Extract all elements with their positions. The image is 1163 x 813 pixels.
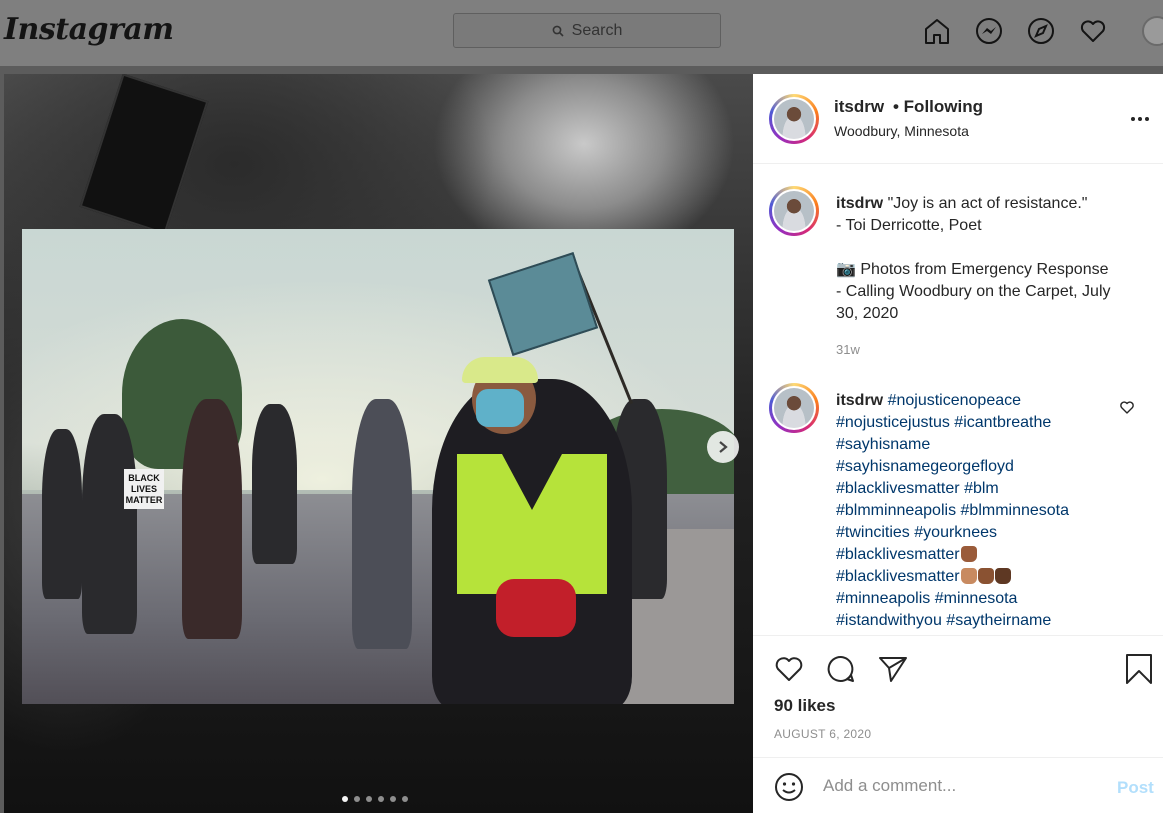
protest-sign: BLACK LIVES MATTER [124, 469, 164, 509]
raised-fist-emoji [960, 568, 977, 584]
explore-icon[interactable] [1024, 14, 1058, 48]
likes-count[interactable]: 90 likes [774, 696, 835, 716]
like-heart-icon[interactable] [773, 653, 805, 685]
caption-line: - Toi Derricotte, Poet [836, 217, 982, 234]
post-comment-button[interactable]: Post [1117, 778, 1154, 798]
caption-timestamp[interactable]: 31w [836, 342, 860, 357]
caption-line [836, 237, 1146, 259]
hashtag-link[interactable]: #blacklivesmatter [836, 546, 960, 563]
hashtag-link[interactable]: #nojusticejustus [836, 414, 950, 431]
post-header: itsdrw • Following Woodbury, Minnesota [753, 74, 1163, 164]
post-media[interactable]: BLACK LIVES MATTER [4, 74, 753, 813]
hashtag-link[interactable]: #blacklivesmatter [836, 568, 960, 585]
hashtag-link[interactable]: #icantbreathe [954, 414, 1051, 431]
raised-fist-emoji [994, 568, 1011, 584]
home-icon[interactable] [920, 14, 954, 48]
emoji-smile-icon[interactable] [774, 772, 804, 802]
hashtag-link[interactable]: #istandwithyou [836, 612, 942, 629]
instagram-logo[interactable]: Instagram [4, 12, 174, 47]
activity-heart-icon[interactable] [1076, 14, 1110, 48]
comment-bubble-icon[interactable] [825, 653, 857, 685]
search-icon [552, 25, 564, 37]
author-avatar[interactable] [769, 94, 819, 144]
follow-status[interactable]: • Following [893, 97, 983, 117]
caption-username[interactable]: itsdrw [836, 195, 883, 212]
post-date[interactable]: AUGUST 6, 2020 [774, 727, 871, 741]
carousel-dot [402, 796, 408, 802]
hashtag-comment: itsdrw #nojusticenopeace #nojusticejustus… [836, 390, 1121, 632]
hashtag-link[interactable]: #blmminnesota [961, 502, 1070, 519]
carousel-dot [342, 796, 348, 802]
hashtag-link[interactable]: #sayhisnamegeorgefloyd [836, 458, 1014, 475]
hashtag-link[interactable]: #saytheirname [946, 612, 1051, 629]
comments-section: itsdrw "Joy is an act of resistance." - … [753, 164, 1163, 636]
carousel-dot [366, 796, 372, 802]
carousel-indicator [342, 796, 408, 802]
caption-line: "Joy is an act of resistance." [887, 195, 1088, 212]
hashtag-link[interactable]: #minnesota [935, 590, 1018, 607]
search-placeholder: Search [571, 21, 623, 39]
post-panel: itsdrw • Following Woodbury, Minnesota i… [753, 74, 1163, 813]
caption-avatar[interactable] [769, 186, 819, 236]
hashtag-link[interactable]: #nojusticenopeace [888, 392, 1021, 409]
profile-avatar[interactable] [1142, 16, 1163, 46]
post-location[interactable]: Woodbury, Minnesota [834, 123, 969, 139]
raised-fist-emoji [977, 568, 994, 584]
post-actions: 90 likes AUGUST 6, 2020 [753, 637, 1163, 757]
save-bookmark-icon[interactable] [1125, 653, 1153, 685]
author-username[interactable]: itsdrw [834, 97, 884, 117]
carousel-dot [390, 796, 396, 802]
like-comment-heart-icon[interactable] [1119, 399, 1135, 415]
hashtag-link[interactable]: #sayhisname [836, 436, 930, 453]
carousel-next-button[interactable] [707, 431, 739, 463]
caption-line: 30, 2020 [836, 305, 899, 322]
top-nav: Instagram Search [0, 0, 1163, 66]
post-caption: itsdrw "Joy is an act of resistance." - … [836, 193, 1146, 325]
add-comment-bar: Post [753, 757, 1163, 813]
chevron-right-icon [719, 441, 728, 453]
carousel-dot [378, 796, 384, 802]
hashtag-link[interactable]: #twincities [836, 524, 910, 541]
carousel-dot [354, 796, 360, 802]
hashtag-link[interactable]: #blm [964, 480, 999, 497]
raised-fist-emoji [960, 546, 977, 562]
hashtag-link[interactable]: #minneapolis [836, 590, 930, 607]
share-paper-plane-icon[interactable] [877, 653, 909, 685]
search-bar[interactable]: Search [453, 13, 721, 48]
hashtag-link[interactable]: #blacklivesmatter [836, 480, 960, 497]
comment-avatar[interactable] [769, 383, 819, 433]
comment-input[interactable] [823, 772, 1103, 800]
caption-line: - Calling Woodbury on the Carpet, July [836, 283, 1111, 300]
messenger-icon[interactable] [972, 14, 1006, 48]
hashtag-link[interactable]: #blmminneapolis [836, 502, 956, 519]
caption-line: 📷 Photos from Emergency Response [836, 261, 1109, 278]
hashtag-link[interactable]: #yourknees [914, 524, 997, 541]
protest-photo: BLACK LIVES MATTER [22, 229, 734, 704]
more-options-icon[interactable] [1131, 112, 1155, 126]
comment-username[interactable]: itsdrw [836, 392, 883, 409]
